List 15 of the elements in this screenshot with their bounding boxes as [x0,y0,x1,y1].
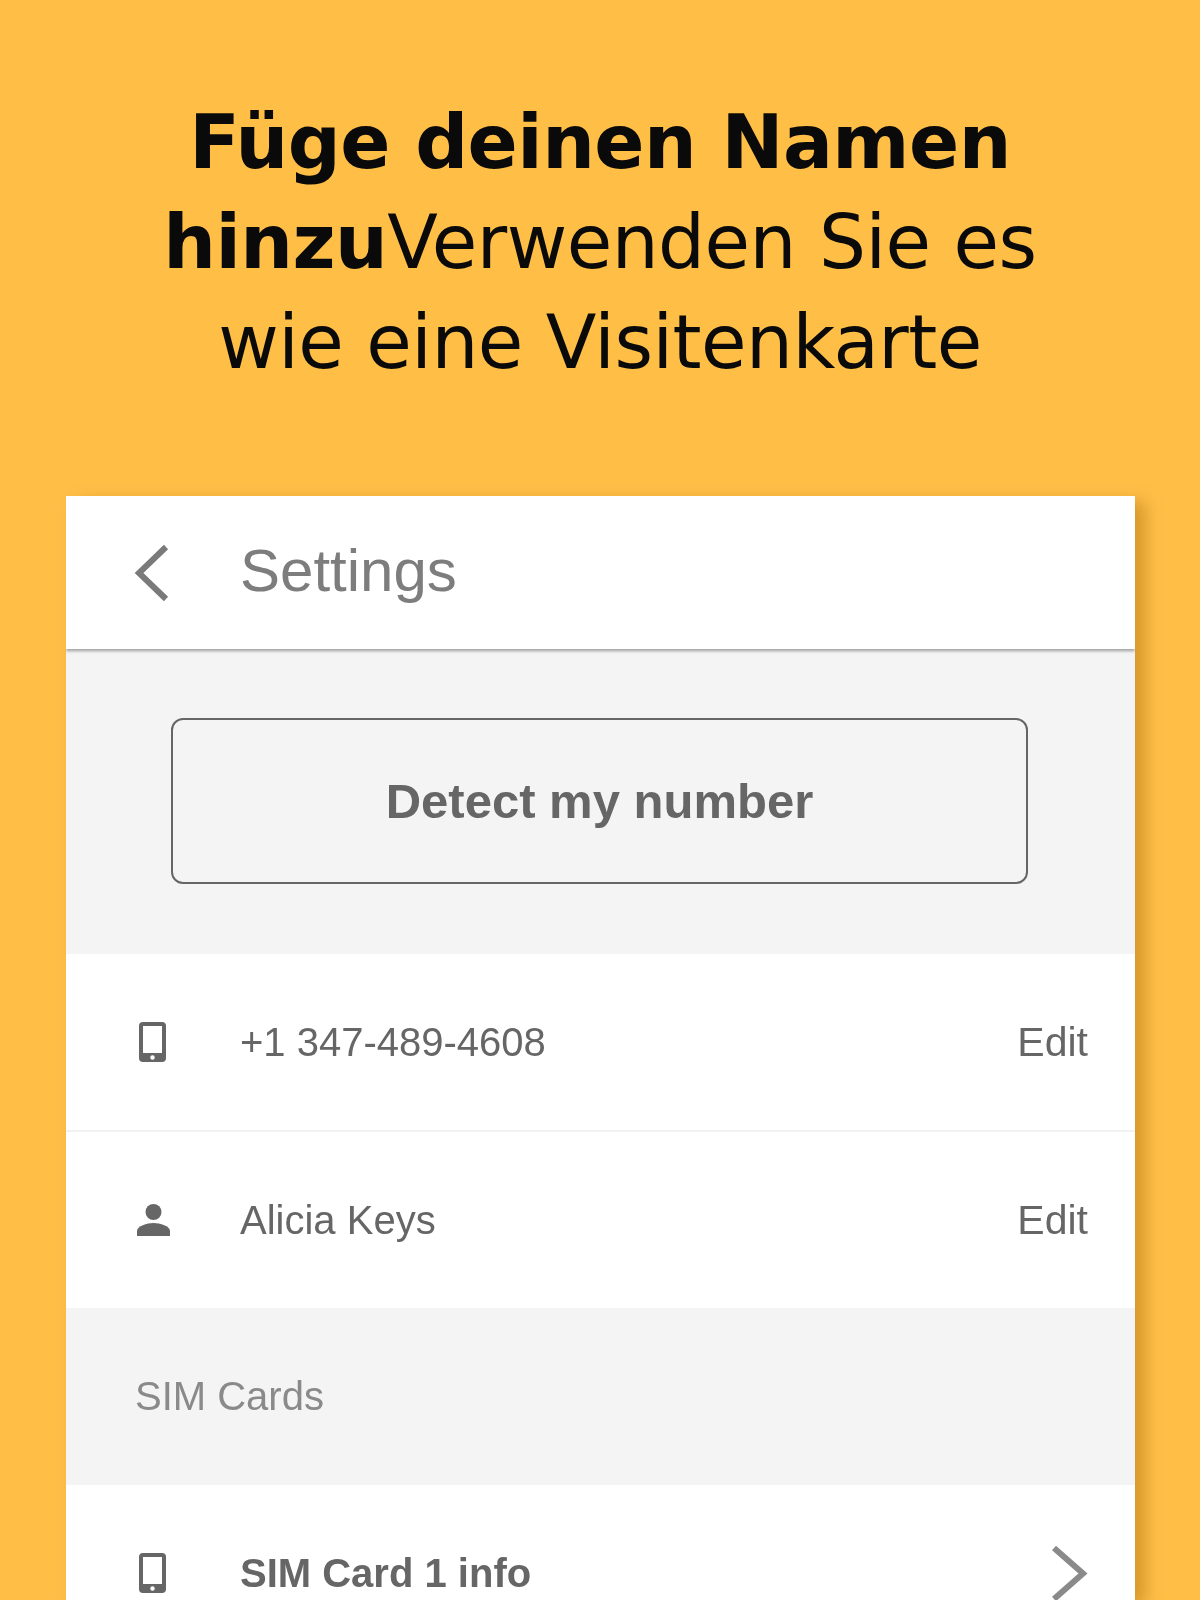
back-chevron-icon [133,543,170,602]
edit-link[interactable]: Edit [1017,1018,1088,1066]
section-title: SIM Cards [135,1374,324,1419]
chevron-right-icon [1050,1544,1088,1600]
headline: Füge deinen Namen hinzuVerwenden Sie es wie eine Visitenkarte [162,98,1038,387]
screen-title: Settings [240,535,457,606]
phone-number-text: +1 347-489-4608 [240,1019,547,1065]
phone-icon [139,1553,166,1593]
back-button[interactable] [133,543,170,602]
person-icon [137,1204,170,1236]
edit-link[interactable]: Edit [1017,1196,1088,1244]
phone-icon [139,1022,166,1062]
list-item-label[interactable]: SIM Card 1 info [240,1550,1050,1596]
detect-number-button[interactable]: Detect my number [171,718,1028,884]
name-text: Alicia Keys [240,1197,437,1243]
